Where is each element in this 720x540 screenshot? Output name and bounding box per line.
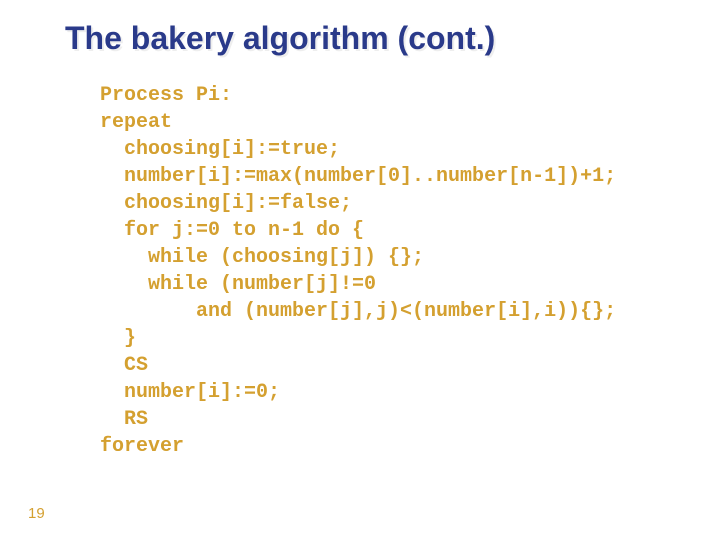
code-line-5: choosing[i]:=false; (100, 192, 352, 215)
code-line-1: Process Pi: (100, 84, 232, 107)
code-line-8: while (number[j]!=0 (100, 273, 376, 296)
code-line-11: CS (100, 354, 148, 377)
code-block: Process Pi: repeat choosing[i]:=true; nu… (0, 57, 720, 460)
code-line-2: repeat (100, 111, 172, 134)
slide-number: 19 (28, 505, 45, 522)
code-line-13: RS (100, 408, 148, 431)
code-line-4: number[i]:=max(number[0]..number[n-1])+1… (100, 165, 616, 188)
code-line-6: for j:=0 to n-1 do { (100, 219, 364, 242)
code-line-12: number[i]:=0; (100, 381, 280, 404)
code-line-10: } (100, 327, 136, 350)
code-line-7: while (choosing[j]) {}; (100, 246, 424, 269)
slide-title: The bakery algorithm (cont.) (0, 0, 720, 57)
code-line-14: forever (100, 435, 184, 458)
code-line-3: choosing[i]:=true; (100, 138, 340, 161)
code-line-9: and (number[j],j)<(number[i],i)){}; (100, 300, 616, 323)
